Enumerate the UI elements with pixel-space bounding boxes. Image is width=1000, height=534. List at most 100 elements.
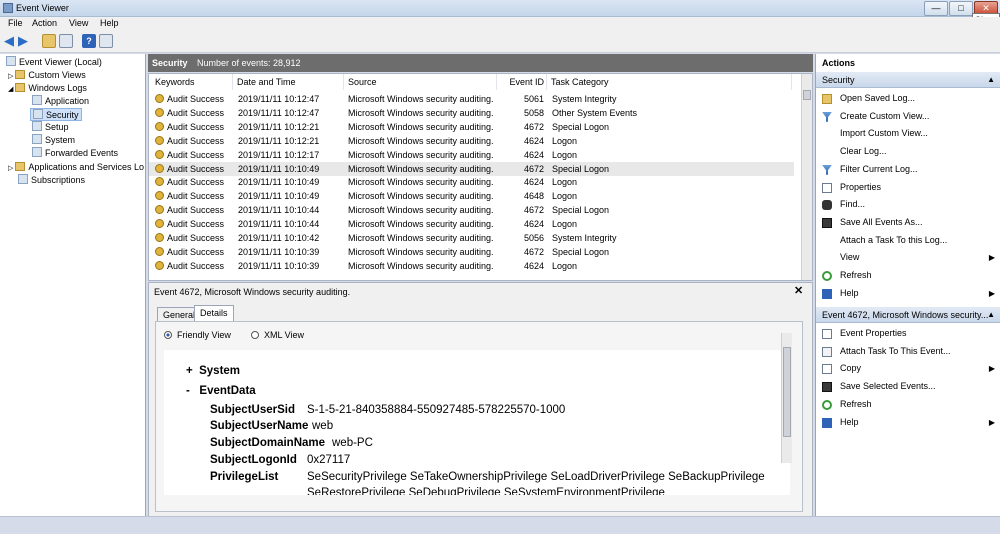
cell-event-id: 4648 [523, 191, 544, 202]
help-icon[interactable]: ? [82, 34, 96, 48]
table-row[interactable]: Audit Success 2019/11/11 10:10:42 Microsof… [149, 231, 794, 245]
cell-source: Microsoft Windows security auditing. [348, 205, 494, 216]
field-name: SubjectUserSid [210, 404, 295, 416]
detail-title: Event 4672, Microsoft Windows security a… [154, 287, 351, 297]
cell-keywords: Audit Success [167, 205, 225, 216]
cell-task-category: Special Logon [552, 205, 610, 216]
toolbar: ◀ ▶ ? [0, 31, 1000, 53]
collapse-up-icon[interactable]: ▲ [987, 307, 995, 323]
table-row[interactable]: Audit Success 2019/11/11 10:12:17 Microsof… [149, 148, 794, 162]
cell-date-time: 2019/11/11 10:10:39 [238, 246, 320, 257]
tree-log-system[interactable]: System [32, 134, 75, 147]
details-scrollbar[interactable] [781, 333, 792, 463]
action-save-selected-events[interactable]: Save Selected Events... [816, 378, 1000, 395]
tree-windows-logs[interactable]: ◢ Windows Logs [8, 82, 87, 95]
action-event-properties[interactable]: Event Properties [816, 325, 1000, 342]
action-create-custom-view[interactable]: Create Custom View... [816, 108, 1000, 125]
minimize-button[interactable]: — [924, 1, 948, 16]
xml-view-option[interactable]: XML View [251, 330, 304, 340]
table-row[interactable]: Audit Success 2019/11/11 10:10:49 Microsof… [149, 189, 794, 203]
forward-arrow-icon[interactable]: ▶ [18, 34, 32, 48]
details-scroll-thumb[interactable] [783, 347, 791, 437]
table-row[interactable]: Audit Success 2019/11/11 10:10:49 Microsof… [149, 161, 794, 176]
collapse-eventdata-icon[interactable]: - [186, 385, 199, 397]
action-attach-task-to-this-event[interactable]: Attach Task To This Event... [816, 343, 1000, 360]
action-attach-a-task-to-this-log[interactable]: Attach a Task To this Log... [816, 232, 1000, 249]
menu-action[interactable]: Action [32, 18, 57, 28]
folder-open-icon [822, 94, 832, 104]
action-view[interactable]: View ▶ [816, 249, 1000, 266]
action-refresh[interactable]: Refresh [816, 396, 1000, 413]
cell-task-category: Logon [552, 177, 578, 188]
maximize-button[interactable]: □ [949, 1, 973, 16]
tree-log-setup[interactable]: Setup [32, 121, 69, 134]
action-copy[interactable]: Copy ▶ [816, 360, 1000, 377]
action-help[interactable]: Help ▶ [816, 285, 1000, 302]
column-keywords[interactable]: Keywords [149, 74, 233, 90]
cell-event-id: 4624 [523, 149, 544, 160]
tree-log-forwarded[interactable]: Forwarded Events [32, 147, 118, 160]
menu-view[interactable]: View [69, 18, 88, 28]
action-filter-current-log[interactable]: Filter Current Log... [816, 161, 1000, 178]
table-row[interactable]: Audit Success 2019/11/11 10:10:44 Microsof… [149, 217, 794, 231]
action-help[interactable]: Help ▶ [816, 414, 1000, 431]
show-hide-action-pane-icon[interactable] [99, 34, 113, 48]
tab-details[interactable]: Details [194, 305, 234, 322]
cell-source: Microsoft Windows security auditing. [348, 191, 494, 202]
tree-subscriptions[interactable]: Subscriptions [18, 174, 85, 187]
tree-log-application[interactable]: Application [32, 95, 89, 108]
cell-keywords: Audit Success [167, 233, 225, 243]
table-row[interactable]: Audit Success 2019/11/11 10:12:47 Microsof… [149, 92, 794, 106]
event-list-scrollbar[interactable] [801, 74, 812, 280]
cell-keywords: Audit Success [167, 135, 225, 146]
scroll-thumb[interactable] [803, 90, 811, 100]
table-row[interactable]: Audit Success 2019/11/11 10:10:39 Microsof… [149, 245, 794, 259]
action-refresh[interactable]: Refresh [816, 267, 1000, 284]
menu-help[interactable]: Help [100, 18, 119, 28]
action-properties[interactable]: Properties [816, 179, 1000, 196]
audit-success-key-icon [155, 203, 164, 217]
cell-keywords: Audit Success [167, 191, 225, 202]
menu-file[interactable]: File [8, 18, 23, 28]
tree-custom-views[interactable]: ▷ Custom Views [8, 69, 86, 82]
tree-apps-services[interactable]: ▷ Applications and Services Lo [8, 161, 144, 174]
column-source[interactable]: Source [344, 74, 497, 90]
save-icon [822, 382, 832, 393]
cell-date-time: 2019/11/11 10:10:39 [238, 260, 320, 271]
tree-log-security[interactable]: Security [30, 108, 82, 121]
audit-success-key-icon [155, 92, 164, 106]
column-task-category[interactable]: Task Category [547, 74, 792, 90]
action-open-saved-log[interactable]: Open Saved Log... [816, 90, 1000, 107]
table-row[interactable]: Audit Success 2019/11/11 10:10:44 Microsof… [149, 203, 794, 217]
collapse-up-icon[interactable]: ▲ [987, 72, 995, 88]
actions-section-event[interactable]: Event 4672, Microsoft Windows security..… [816, 307, 1000, 323]
show-hide-tree-icon[interactable] [59, 34, 73, 48]
eventdata-node[interactable]: EventData [199, 385, 255, 397]
column-event-id[interactable]: Event ID [497, 74, 547, 90]
close-detail-icon[interactable]: ✕ [794, 284, 803, 297]
table-row[interactable]: Audit Success 2019/11/11 10:12:21 Microsof… [149, 120, 794, 134]
filter-icon [822, 111, 832, 122]
friendly-view-option[interactable]: Friendly View [164, 330, 231, 340]
action-save-all-events-as[interactable]: Save All Events As... [816, 214, 1000, 231]
log-icon [32, 134, 42, 144]
submenu-arrow-icon: ▶ [988, 253, 995, 263]
cell-event-id: 4624 [523, 219, 544, 230]
properties-icon [822, 182, 832, 193]
back-arrow-icon[interactable]: ◀ [4, 34, 18, 48]
system-node[interactable]: System [199, 365, 240, 377]
action-clear-log[interactable]: Clear Log... [816, 143, 1000, 160]
column-date-time[interactable]: Date and Time [233, 74, 344, 90]
action-import-custom-view[interactable]: Import Custom View... [816, 125, 1000, 142]
event-data-view: + System - EventData SubjectUserSid S-1-… [164, 350, 790, 495]
action-find[interactable]: Find... [816, 196, 1000, 213]
table-row[interactable]: Audit Success 2019/11/11 10:10:49 Microsof… [149, 175, 794, 189]
up-folder-icon[interactable] [42, 34, 56, 48]
table-row[interactable]: Audit Success 2019/11/11 10:12:47 Microsof… [149, 106, 794, 120]
table-row[interactable]: Audit Success 2019/11/11 10:10:39 Microsof… [149, 259, 794, 273]
actions-section-security[interactable]: Security ▲ [816, 72, 1000, 88]
expand-system-icon[interactable]: + [186, 365, 199, 377]
table-row[interactable]: Audit Success 2019/11/11 10:12:21 Microsof… [149, 134, 794, 148]
audit-success-key-icon [155, 134, 164, 148]
tree-root[interactable]: Event Viewer (Local) [6, 56, 102, 69]
